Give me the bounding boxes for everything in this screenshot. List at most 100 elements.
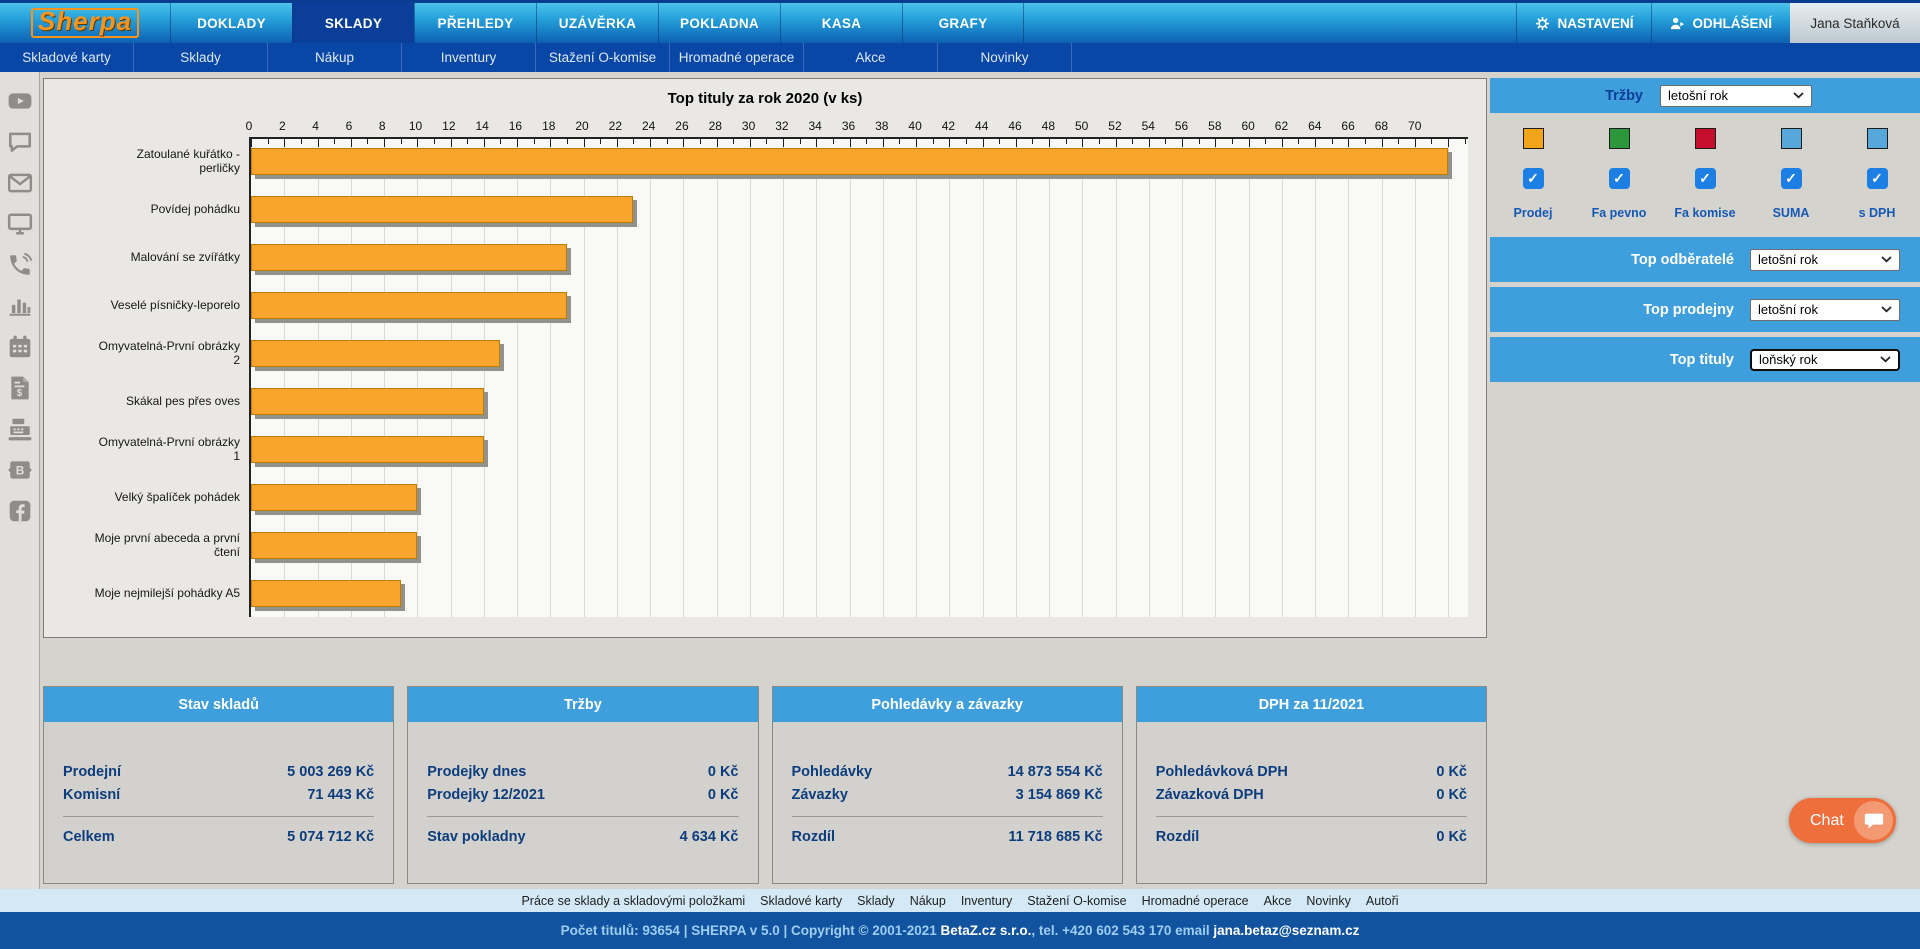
facebook-icon[interactable] [7,498,33,524]
section-label: Top tituly [1490,352,1750,368]
select-top-tituly[interactable]: loňský rok [1750,349,1900,371]
chat-button[interactable]: Chat [1789,798,1896,843]
card-row-label: Prodejní [63,764,121,780]
sub-navigation-bar: Skladové kartySkladyNákupInventuryStažen… [0,43,1920,72]
footer-link-nakup[interactable]: Nákup [910,894,946,908]
monitor-icon[interactable] [7,211,33,237]
x-tick-label: 18 [542,119,555,133]
subnav-item-inventury[interactable]: Inventury [402,43,536,72]
card-dph-za-11-2021: DPH za 11/2021Pohledávková DPH0 KčZávazk… [1136,686,1487,884]
category-label: Zatoulané kuřátko - perličky [44,137,249,185]
footer-link-akce[interactable]: Akce [1264,894,1292,908]
footer-link-novinky[interactable]: Novinky [1306,894,1350,908]
legend-column-s-dph: ✓s DPH [1834,128,1920,220]
tab-uzaverka[interactable]: UZÁVĚRKA [536,3,658,43]
card-total-label: Celkem [63,829,115,845]
checkbox-suma[interactable]: ✓ [1781,168,1802,189]
select-value: letošní rok [1668,88,1728,103]
footer-link-stazeni-o-komise[interactable]: Stažení O-komise [1027,894,1126,908]
tab-prehledy[interactable]: PŘEHLEDY [414,3,536,43]
x-tick-label: 20 [575,119,588,133]
bar [251,196,633,223]
select-value: loňský rok [1759,352,1818,367]
category-labels-column: Zatoulané kuřátko - perličkyPovídej pohá… [44,111,249,617]
card-body: Pohledávky14 873 554 KčZávazky3 154 869 … [773,722,1122,883]
card-stav-skladu: Stav skladůProdejní5 003 269 KčKomisní71… [43,686,394,884]
subnav-item-skladove-karty[interactable]: Skladové karty [0,43,134,72]
settings-button[interactable]: NASTAVENÍ [1516,3,1651,43]
card-total-row: Celkem5 074 712 Kč [63,829,374,845]
footer-link-autori[interactable]: Autoři [1366,894,1399,908]
tab-doklady[interactable]: DOKLADY [170,3,292,43]
select-top-prodejny[interactable]: letošní rok [1750,299,1900,321]
footer-text-segment: BetaZ.cz s.r.o. [941,923,1032,938]
x-tick-label: 68 [1375,119,1388,133]
x-tick-label: 16 [509,119,522,133]
bar-row [251,427,1468,475]
subnav-item-sklady[interactable]: Sklady [134,43,268,72]
video-icon[interactable] [7,88,33,114]
bar [251,292,567,319]
main-content: $B Top tituly za rok 2020 (v ks) Zatoula… [0,72,1920,889]
footer-link-sklady[interactable]: Sklady [857,894,895,908]
card-row: Prodejky 12/20210 Kč [427,787,738,803]
card-total-row: Rozdíl0 Kč [1156,829,1467,845]
x-tick-label: 50 [1075,119,1088,133]
calendar-icon[interactable] [7,334,33,360]
card-row-value: 14 873 554 Kč [1008,764,1103,780]
bar-chart-icon[interactable] [7,293,33,319]
card-row-label: Pohledávky [792,764,873,780]
x-tick-label: 48 [1042,119,1055,133]
tab-kasa[interactable]: KASA [780,3,902,43]
card-row-value: 0 Kč [1436,787,1467,803]
checkbox-prodej[interactable]: ✓ [1523,168,1544,189]
b-badge-icon[interactable]: B [7,457,33,483]
x-tick-label: 40 [908,119,921,133]
trzby-section-header: Tržby letošní rok [1490,78,1920,113]
phone-icon[interactable] [7,252,33,278]
checkbox-s-dph[interactable]: ✓ [1867,168,1888,189]
bar-row [251,283,1468,331]
checkbox-fa-pevno[interactable]: ✓ [1609,168,1630,189]
card-row: Prodejky dnes0 Kč [427,764,738,780]
footer-links-bar: Práce se sklady a skladovými položkamiSk… [0,889,1920,912]
footer-link-inventury[interactable]: Inventury [961,894,1012,908]
subnav-item-akce[interactable]: Akce [804,43,938,72]
mail-icon[interactable] [7,170,33,196]
tab-sklady[interactable]: SKLADY [292,3,414,43]
bar [251,340,500,367]
cash-register-icon[interactable] [7,416,33,442]
subnav-item-hromadne-operace[interactable]: Hromadné operace [670,43,804,72]
x-axis-tick-labels: 0246810121416182022242628303234363840424… [249,111,1468,137]
subnav-item-novinky[interactable]: Novinky [938,43,1072,72]
invoice-icon[interactable]: $ [7,375,33,401]
chart-title: Top tituly za rok 2020 (v ks) [44,90,1486,107]
card-body: Pohledávková DPH0 KčZávazková DPH0 KčRoz… [1137,722,1486,883]
category-label: Skákal pes přes oves [44,377,249,425]
subnav-item-nakup[interactable]: Nákup [268,43,402,72]
card-title: DPH za 11/2021 [1137,687,1486,722]
trzby-period-select[interactable]: letošní rok [1660,85,1812,107]
card-row-label: Prodejky 12/2021 [427,787,545,803]
select-top-odberatele[interactable]: letošní rok [1750,249,1900,271]
section-label: Top prodejny [1490,302,1750,318]
card-row-value: 3 154 869 Kč [1016,787,1103,803]
subnav-item-stazeni-o-komise[interactable]: Stažení O-komise [536,43,670,72]
gear-icon [1535,16,1550,31]
app-logo[interactable]: Sherpa [0,3,170,43]
header-spacer [1024,3,1516,43]
select-value: letošní rok [1758,302,1818,317]
section-top-odberatele: Top odběrateléletošní rok [1490,237,1920,282]
card-title: Stav skladů [44,687,393,722]
logout-button[interactable]: ODHLÁŠENÍ [1651,3,1790,43]
footer-link-skladove-karty[interactable]: Skladové karty [760,894,842,908]
footer-link-hromadne-operace[interactable]: Hromadné operace [1142,894,1249,908]
tab-grafy[interactable]: GRAFY [902,3,1024,43]
category-label: Omyvatelná-První obrázky 1 [44,425,249,473]
checkbox-fa-komise[interactable]: ✓ [1695,168,1716,189]
chat-bubble-icon[interactable] [7,129,33,155]
bar-row [251,139,1468,187]
tab-pokladna[interactable]: POKLADNA [658,3,780,43]
left-icon-toolbar: $B [0,72,40,889]
x-tick-label: 34 [809,119,822,133]
